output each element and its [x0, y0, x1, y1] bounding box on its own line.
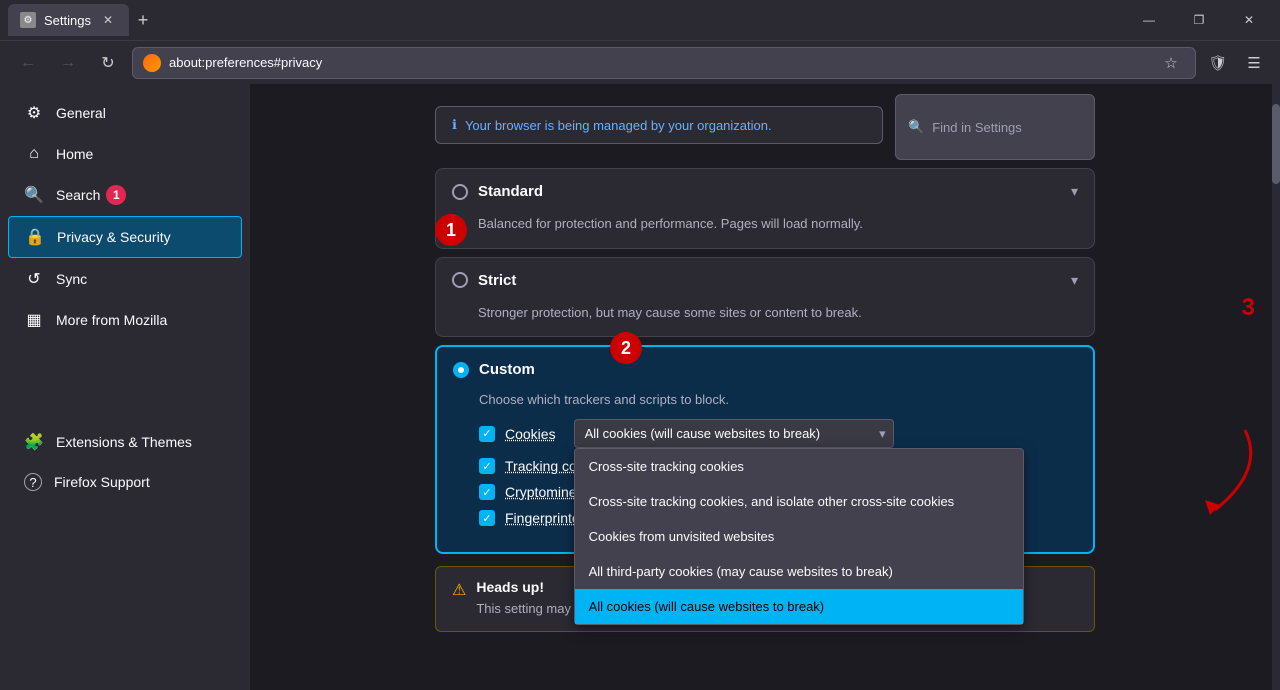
sidebar-item-mozilla[interactable]: ▦ More from Mozilla: [8, 300, 242, 340]
home-icon: ⌂: [24, 144, 44, 164]
cookies-dropdown-wrapper: All cookies (will cause websites to brea…: [574, 419, 894, 448]
sidebar-item-general[interactable]: ⚙ General: [8, 93, 242, 133]
search-label-group: Search 1: [56, 185, 226, 205]
find-placeholder: Find in Settings: [932, 120, 1022, 135]
cookies-dropdown-menu: Cross-site tracking cookies Cross-site t…: [574, 448, 1024, 625]
bookmark-button[interactable]: ☆: [1157, 49, 1185, 77]
cookies-checkbox[interactable]: ✓: [479, 426, 495, 442]
top-bar: ℹ Your browser is being managed by your …: [415, 94, 1115, 160]
custom-body: Choose which trackers and scripts to blo…: [437, 392, 1093, 552]
main-layout: ⚙ General ⌂ Home 🔍 Search 1 🔒 Privacy & …: [0, 84, 1280, 690]
address-bar[interactable]: about:preferences#privacy ☆: [132, 47, 1196, 79]
strict-desc: Stronger protection, but may cause some …: [436, 303, 1094, 337]
sidebar-label-privacy: Privacy & Security: [57, 229, 171, 245]
close-button[interactable]: ✕: [1226, 4, 1272, 36]
new-tab-button[interactable]: +: [129, 6, 157, 34]
dropdown-option-3[interactable]: Cookies from unvisited websites: [575, 519, 1023, 554]
choose-text: Choose which trackers and scripts to blo…: [479, 392, 1077, 407]
mozilla-icon: ▦: [24, 310, 44, 330]
sync-icon: ↺: [24, 269, 44, 289]
chevron-down-icon: ▾: [879, 426, 886, 442]
standard-radio[interactable]: [452, 184, 468, 200]
cookies-label: Cookies: [505, 426, 556, 442]
sidebar-label-sync: Sync: [56, 271, 87, 287]
tab-favicon: ⚙: [20, 12, 36, 28]
content-area: ℹ Your browser is being managed by your …: [250, 84, 1280, 690]
cookies-dropdown[interactable]: All cookies (will cause websites to brea…: [574, 419, 894, 448]
cryptominers-checkbox[interactable]: ✓: [479, 484, 495, 500]
minimize-button[interactable]: —: [1126, 4, 1172, 36]
back-button[interactable]: ←: [12, 47, 44, 79]
shield-button[interactable]: 🛡: [1204, 49, 1232, 77]
menu-button[interactable]: ☰: [1240, 49, 1268, 77]
navbar: ← → ↻ about:preferences#privacy ☆ 🛡 ☰: [0, 40, 1280, 84]
strict-chevron: ▾: [1071, 272, 1078, 289]
scrollbar-thumb[interactable]: [1272, 104, 1280, 184]
strict-title: Strict: [478, 272, 516, 289]
sidebar-label-support: Firefox Support: [54, 474, 150, 490]
standard-chevron: ▾: [1071, 183, 1078, 200]
general-icon: ⚙: [24, 103, 44, 123]
dropdown-option-5[interactable]: All cookies (will cause websites to brea…: [575, 589, 1023, 624]
cookies-row: ✓ Cookies All cookies (will cause websit…: [479, 419, 1077, 448]
find-icon: 🔍: [908, 119, 924, 135]
firefox-icon: [143, 54, 161, 72]
managed-banner: ℹ Your browser is being managed by your …: [435, 106, 883, 144]
tab-label: Settings: [44, 13, 91, 28]
sidebar-item-support[interactable]: ? Firefox Support: [8, 463, 242, 501]
forward-button[interactable]: →: [52, 47, 84, 79]
sidebar-label-search: Search: [56, 187, 100, 203]
support-icon: ?: [24, 473, 42, 491]
window-controls: — ❐ ✕: [1126, 4, 1272, 36]
custom-title: Custom: [479, 361, 535, 378]
dropdown-option-4[interactable]: All third-party cookies (may cause websi…: [575, 554, 1023, 589]
settings-tab[interactable]: ⚙ Settings ✕: [8, 4, 129, 36]
managed-text: Your browser is being managed by your or…: [465, 118, 772, 133]
annotation-3: 3: [1242, 294, 1255, 322]
address-text: about:preferences#privacy: [169, 55, 1149, 70]
reload-button[interactable]: ↻: [92, 47, 124, 79]
tracking-checkbox[interactable]: ✓: [479, 458, 495, 474]
sidebar-label-extensions: Extensions & Themes: [56, 434, 192, 450]
standard-title: Standard: [478, 183, 543, 200]
annotation-2: 2: [610, 332, 642, 364]
titlebar: ⚙ Settings ✕ + — ❐ ✕: [0, 0, 1280, 40]
content-inner: ℹ Your browser is being managed by your …: [415, 94, 1115, 652]
tab-bar: ⚙ Settings ✕ +: [8, 0, 1118, 40]
sidebar-label-mozilla: More from Mozilla: [56, 312, 167, 328]
sidebar-item-sync[interactable]: ↺ Sync: [8, 259, 242, 299]
sidebar-label-general: General: [56, 105, 106, 121]
restore-button[interactable]: ❐: [1176, 4, 1222, 36]
extensions-icon: 🧩: [24, 432, 44, 452]
fingerprinters-checkbox[interactable]: ✓: [479, 510, 495, 526]
cookies-dropdown-value: All cookies (will cause websites to brea…: [585, 426, 821, 441]
standard-section: Standard ▾ Balanced for protection and p…: [435, 168, 1095, 249]
custom-section: Custom Choose which trackers and scripts…: [435, 345, 1095, 554]
sidebar-item-privacy[interactable]: 🔒 Privacy & Security: [8, 216, 242, 258]
arrow-3: [1185, 420, 1265, 520]
custom-radio[interactable]: [453, 362, 469, 378]
sidebar-item-search[interactable]: 🔍 Search 1: [8, 175, 242, 215]
sidebar-label-home: Home: [56, 146, 93, 162]
search-icon: 🔍: [24, 185, 44, 205]
scrollbar-track[interactable]: [1272, 84, 1280, 690]
warning-icon: ⚠: [452, 580, 466, 619]
tab-close-button[interactable]: ✕: [99, 11, 117, 29]
sidebar: ⚙ General ⌂ Home 🔍 Search 1 🔒 Privacy & …: [0, 84, 250, 690]
sidebar-item-extensions[interactable]: 🧩 Extensions & Themes: [8, 422, 242, 462]
strict-header[interactable]: Strict ▾: [436, 258, 1094, 303]
search-badge: 1: [106, 185, 126, 205]
info-icon: ℹ: [452, 117, 457, 133]
dropdown-option-1[interactable]: Cross-site tracking cookies: [575, 449, 1023, 484]
find-in-settings[interactable]: 🔍 Find in Settings: [895, 94, 1095, 160]
strict-radio[interactable]: [452, 272, 468, 288]
standard-header[interactable]: Standard ▾: [436, 169, 1094, 214]
annotation-1: 1: [435, 214, 467, 246]
privacy-icon: 🔒: [25, 227, 45, 247]
strict-section: Strict ▾ Stronger protection, but may ca…: [435, 257, 1095, 338]
dropdown-option-2[interactable]: Cross-site tracking cookies, and isolate…: [575, 484, 1023, 519]
custom-header[interactable]: Custom: [437, 347, 1093, 392]
sidebar-item-home[interactable]: ⌂ Home: [8, 134, 242, 174]
standard-desc: Balanced for protection and performance.…: [436, 214, 1094, 248]
